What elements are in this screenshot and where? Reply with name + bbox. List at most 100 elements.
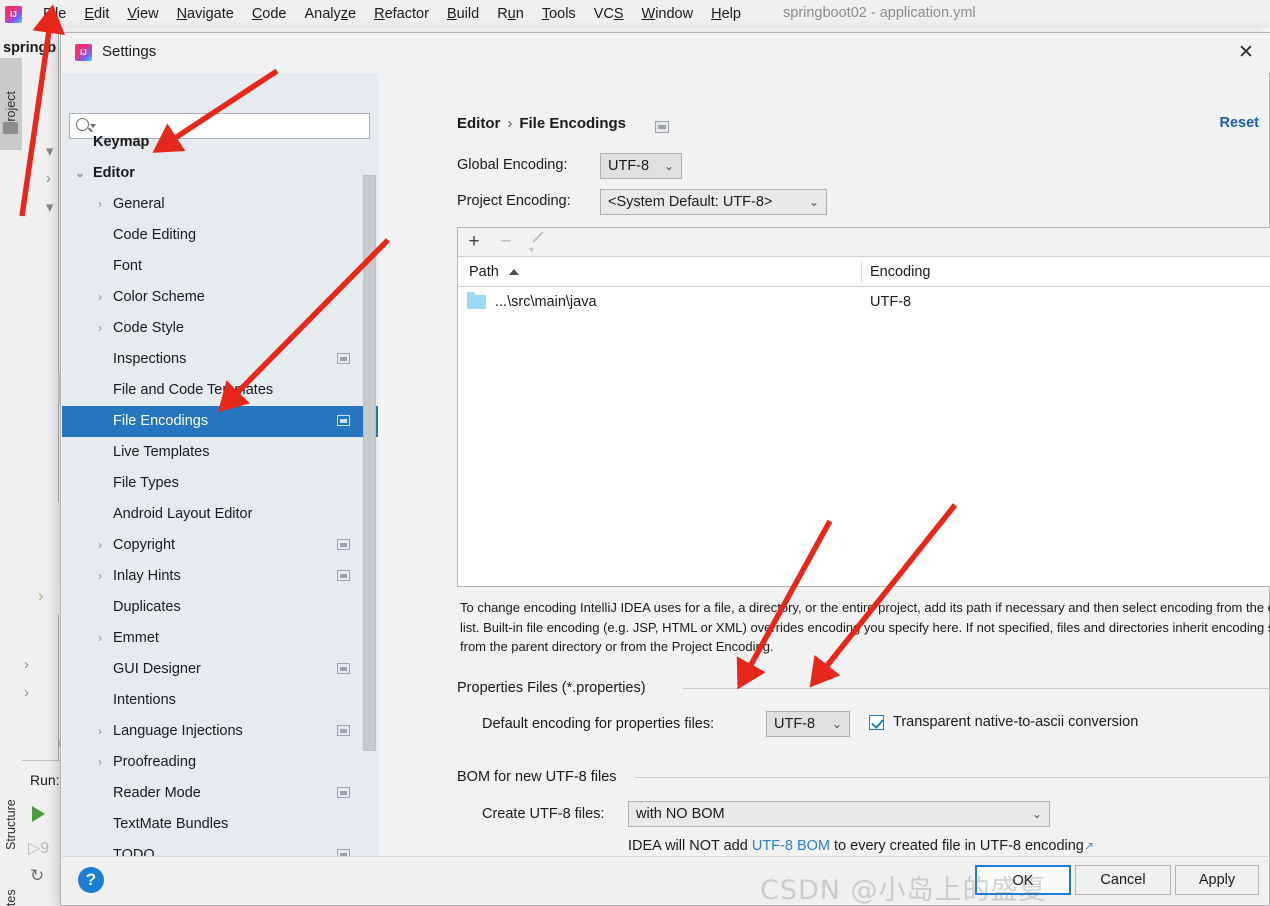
menu-item-navigate[interactable]: Navigate [168,6,243,22]
external-link-icon[interactable]: ↗ [1084,839,1094,853]
sidebar-item-general[interactable]: › General [62,189,378,220]
ide-chevron-right-icon-1[interactable]: › [46,170,51,187]
chevron-right-icon[interactable]: › [93,716,107,747]
sidebar-item-copyright[interactable]: › Copyright [62,530,378,561]
sidebar-item-todo[interactable]: TODO [62,840,378,856]
chevron-down-icon[interactable]: ⌄ [73,158,87,189]
sidebar-item-keymap[interactable]: Keymap [62,133,378,158]
chevron-right-icon[interactable]: › [93,747,107,778]
search-dropdown-caret-icon[interactable] [90,124,96,128]
config-scope-badge-icon[interactable] [337,570,350,581]
sidebar-item-label: Android Layout Editor [113,506,253,522]
menu-item-help[interactable]: Help [702,6,750,22]
menu-item-window[interactable]: Window [633,6,703,22]
table-row[interactable]: ...\src\main\java UTF-8 [458,287,1270,317]
chevron-right-icon[interactable]: › [93,530,107,561]
transparent-native-to-ascii-checkbox[interactable]: Transparent native-to-ascii conversion [869,714,1138,730]
sidebar-item-duplicates[interactable]: Duplicates [62,592,378,623]
apply-button[interactable]: Apply [1175,865,1259,895]
sidebar-item-code-style[interactable]: › Code Style [62,313,378,344]
ide-chevron-down-icon-1[interactable]: ▾ [46,142,54,160]
sidebar-item-inspections[interactable]: Inspections [62,344,378,375]
ide-chevron-right-icon-2[interactable]: › [24,656,29,673]
sidebar-item-android-layout-editor[interactable]: Android Layout Editor [62,499,378,530]
chevron-right-icon[interactable]: › [93,623,107,654]
chevron-right-icon[interactable]: › [93,313,107,344]
help-button[interactable]: ? [78,867,104,893]
menu-item-file[interactable]: File [34,6,75,22]
column-divider[interactable] [861,262,862,282]
chevron-right-icon[interactable]: › [93,189,107,220]
sidebar-item-editor[interactable]: ⌄ Editor [62,158,378,189]
sidebar-item-textmate-bundles[interactable]: TextMate Bundles [62,809,378,840]
remove-path-button[interactable]: − [490,228,522,256]
close-icon[interactable]: ✕ [1233,41,1259,65]
config-scope-badge-icon[interactable] [337,725,350,736]
create-utf8-files-combo[interactable]: with NO BOM ⌄ [628,801,1050,827]
menu-item-build[interactable]: Build [438,6,488,22]
ide-chevron-down-icon-2[interactable]: ▾ [46,198,54,216]
menu-item-tools[interactable]: Tools [533,6,585,22]
config-scope-badge-icon[interactable] [337,663,350,674]
cancel-button[interactable]: Cancel [1075,865,1171,895]
ide-tool-window-favorites[interactable]: orites [0,862,22,906]
bom-note-link[interactable]: UTF-8 BOM [752,838,830,854]
sidebar-item-code-editing[interactable]: Code Editing [62,220,378,251]
properties-encoding-combo[interactable]: UTF-8 ⌄ [766,711,850,737]
reset-link[interactable]: Reset [1220,115,1260,131]
menu-item-code[interactable]: Code [243,6,296,22]
breadcrumb-root[interactable]: Editor [457,115,500,132]
project-encoding-combo[interactable]: <System Default: UTF-8> ⌄ [600,189,827,215]
menu-item-analyze[interactable]: Analyze [296,6,366,22]
run-icon[interactable] [32,806,45,822]
column-header-path[interactable]: Path [469,257,499,287]
dialog-app-icon [75,44,92,61]
ide-project-folder-icon [3,122,18,134]
ide-tool-window-structure[interactable]: Structure [0,750,22,860]
config-scope-badge-icon[interactable] [337,787,350,798]
config-scope-badge-icon[interactable] [337,353,350,364]
column-header-encoding[interactable]: Encoding [870,257,930,287]
sidebar-item-reader-mode[interactable]: Reader Mode [62,778,378,809]
pencil-icon[interactable] [522,228,554,256]
sidebar-item-gui-designer[interactable]: GUI Designer [62,654,378,685]
sidebar-item-label: Editor [93,165,135,181]
checkbox-check-icon[interactable] [869,714,884,730]
sidebar-item-proofreading[interactable]: › Proofreading [62,747,378,778]
menu-item-refactor[interactable]: Refactor [365,6,438,22]
sidebar-item-live-templates[interactable]: Live Templates [62,437,378,468]
sidebar-item-language-injections[interactable]: › Language Injections [62,716,378,747]
sidebar-item-file-encodings[interactable]: File Encodings [62,406,378,437]
menu-item-run[interactable]: Run [488,6,533,22]
sidebar-item-label: Language Injections [113,723,243,739]
bom-group-divider [635,777,1270,778]
add-path-button[interactable]: + [458,228,490,256]
sidebar-item-file-types[interactable]: File Types [62,468,378,499]
settings-sync-badge-icon[interactable] [655,121,669,133]
config-scope-badge-icon[interactable] [337,849,350,856]
sidebar-item-file-and-code-templates[interactable]: File and Code Templates [62,375,378,406]
ide-tool-window-project[interactable]: Project [0,58,22,150]
menu-item-vcs[interactable]: VCS [585,6,633,22]
restart-icon[interactable]: ↻ [30,866,44,886]
sidebar-scrollbar-thumb[interactable] [363,175,376,751]
global-encoding-combo[interactable]: UTF-8 ⌄ [600,153,682,179]
ide-chevron-right-icon-4[interactable]: › [38,586,44,606]
sidebar-item-font[interactable]: Font [62,251,378,282]
ide-chevron-right-icon-3[interactable]: › [24,684,29,701]
menu-item-edit[interactable]: Edit [75,6,118,22]
config-scope-badge-icon[interactable] [337,539,350,550]
sidebar-item-color-scheme[interactable]: › Color Scheme [62,282,378,313]
chevron-right-icon[interactable]: › [93,561,107,592]
global-encoding-label: Global Encoding: [457,157,568,173]
sidebar-item-inlay-hints[interactable]: › Inlay Hints [62,561,378,592]
menu-item-view[interactable]: View [118,6,167,22]
sidebar-item-emmet[interactable]: › Emmet [62,623,378,654]
sidebar-scrollbar[interactable] [363,175,376,751]
sidebar-item-intentions[interactable]: Intentions [62,685,378,716]
rerun-icon[interactable]: ▷9 [28,838,49,858]
chevron-right-icon[interactable]: › [93,282,107,313]
config-scope-badge-icon[interactable] [337,415,350,426]
chevron-down-icon: ⌄ [1031,807,1042,821]
table-cell-encoding[interactable]: UTF-8 [870,287,911,317]
